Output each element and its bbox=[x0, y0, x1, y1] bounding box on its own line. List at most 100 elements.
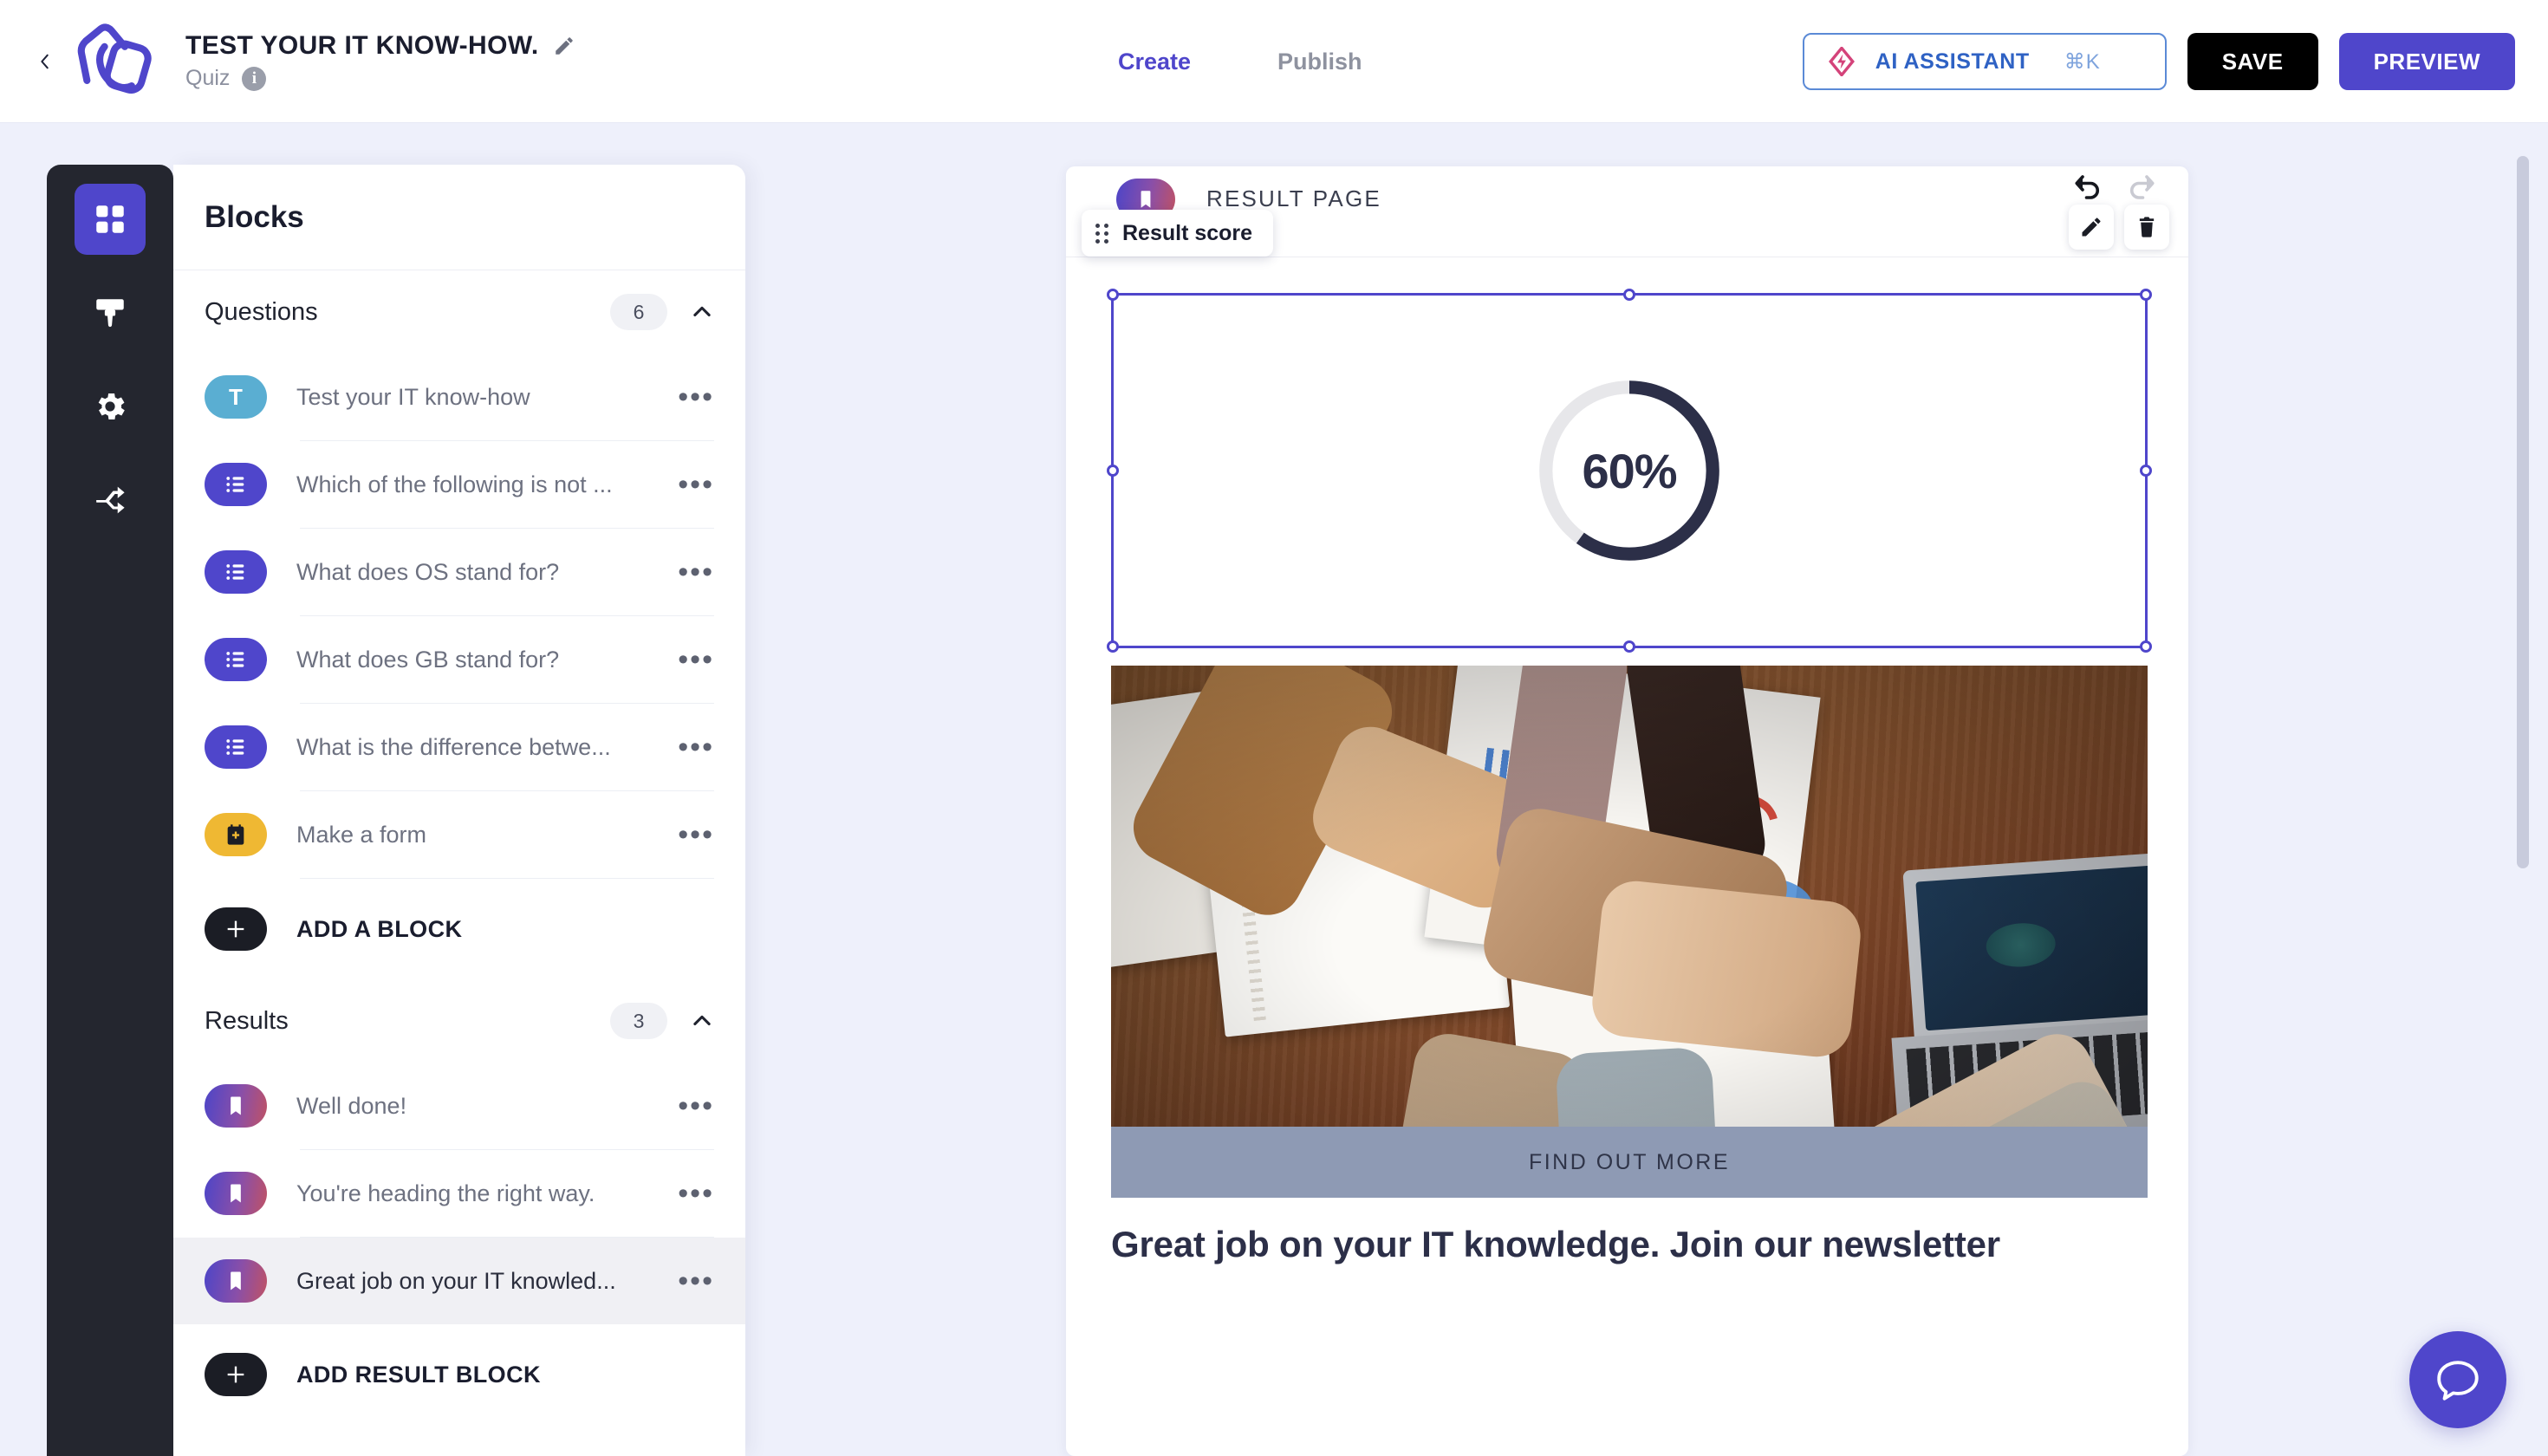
list-choice-icon bbox=[205, 638, 267, 681]
preview-button[interactable]: PREVIEW bbox=[2338, 33, 2515, 90]
list-choice-icon bbox=[205, 463, 267, 506]
chevron-up-icon[interactable] bbox=[690, 1009, 714, 1033]
block-drag-tag[interactable]: Result score bbox=[1082, 210, 1274, 257]
rail-item-logic[interactable] bbox=[75, 465, 146, 536]
top-bar: TEST YOUR IT KNOW-HOW. Quiz i Create Pub… bbox=[0, 0, 2548, 123]
list-item[interactable]: What does OS stand for? ••• bbox=[173, 529, 745, 615]
add-a-block-button[interactable]: ADD A BLOCK bbox=[173, 879, 745, 979]
list-choice-icon bbox=[205, 550, 267, 594]
bookmark-icon bbox=[205, 1084, 267, 1128]
pencil-icon bbox=[2082, 218, 2101, 237]
blocks-panel: Blocks Questions 6 T Test your IT know-h… bbox=[173, 165, 745, 1456]
list-item-menu-icon[interactable]: ••• bbox=[678, 645, 714, 674]
delete-block-button[interactable] bbox=[2124, 205, 2169, 250]
list-item-label: Which of the following is not ... bbox=[296, 471, 613, 497]
ai-assistant-button[interactable]: AI ASSISTANT ⌘K bbox=[1802, 33, 2167, 90]
list-item-menu-icon[interactable]: ••• bbox=[678, 732, 714, 762]
list-choice-icon bbox=[205, 725, 267, 769]
rail-item-blocks[interactable] bbox=[75, 184, 146, 255]
resize-handle-bottom-center[interactable] bbox=[1623, 640, 1635, 653]
list-item[interactable]: Which of the following is not ... ••• bbox=[173, 441, 745, 528]
list-item-selected[interactable]: Great job on your IT knowled... ••• bbox=[173, 1238, 745, 1324]
result-image-block[interactable] bbox=[1111, 666, 2148, 1198]
result-score-block[interactable]: 60% bbox=[1107, 289, 2152, 653]
paint-brush-icon bbox=[96, 299, 124, 328]
resize-handle-top-left[interactable] bbox=[1107, 289, 1119, 301]
bookmark-icon bbox=[205, 1259, 267, 1303]
canvas-page-label: RESULT PAGE bbox=[1206, 185, 1381, 211]
section-count-results: 3 bbox=[610, 1003, 667, 1039]
rail-item-design[interactable] bbox=[75, 277, 146, 348]
find-out-more-button[interactable]: FIND OUT MORE bbox=[1111, 1127, 2148, 1198]
undo-button[interactable] bbox=[2072, 172, 2103, 203]
pencil-icon[interactable] bbox=[553, 35, 575, 57]
resize-handle-top-center[interactable] bbox=[1623, 289, 1635, 301]
list-item-menu-icon[interactable]: ••• bbox=[678, 1179, 714, 1208]
plus-icon bbox=[205, 1353, 267, 1396]
ai-diamond-icon bbox=[1827, 47, 1856, 76]
brand-logo-icon[interactable] bbox=[69, 20, 156, 103]
save-button[interactable]: SAVE bbox=[2187, 33, 2318, 90]
canvas: RESULT PAGE Result score 60% FIND OUT MO… bbox=[1066, 166, 2188, 1456]
list-item-menu-icon[interactable]: ••• bbox=[678, 557, 714, 587]
donut-graphic: 60% bbox=[1533, 374, 1726, 567]
rail-item-settings[interactable] bbox=[75, 371, 146, 442]
redo-button[interactable] bbox=[2126, 172, 2157, 203]
edit-block-button[interactable] bbox=[2069, 205, 2114, 250]
chevron-left-icon bbox=[41, 54, 49, 68]
add-a-block-label: ADD A BLOCK bbox=[296, 915, 463, 942]
chevron-up-icon[interactable] bbox=[690, 300, 714, 324]
resize-handle-bottom-left[interactable] bbox=[1107, 640, 1119, 653]
tab-create[interactable]: Create bbox=[1118, 49, 1191, 75]
section-title-results: Results bbox=[205, 1006, 289, 1035]
blocks-panel-scroll[interactable]: Questions 6 T Test your IT know-how ••• … bbox=[173, 270, 745, 1456]
top-bar-actions: AI ASSISTANT ⌘K SAVE PREVIEW bbox=[1802, 0, 2515, 123]
resize-handle-bottom-right[interactable] bbox=[2140, 640, 2152, 653]
page-scrollbar[interactable] bbox=[2517, 156, 2529, 868]
list-item-label: You're heading the right way. bbox=[296, 1180, 595, 1206]
list-item[interactable]: Make a form ••• bbox=[173, 791, 745, 878]
section-header-questions[interactable]: Questions 6 bbox=[173, 270, 745, 354]
list-item-label: What does OS stand for? bbox=[296, 558, 560, 585]
section-title-questions: Questions bbox=[205, 297, 318, 326]
list-item[interactable]: You're heading the right way. ••• bbox=[173, 1150, 745, 1237]
title-block: TEST YOUR IT KNOW-HOW. Quiz i bbox=[185, 31, 575, 91]
list-item[interactable]: What is the difference betwe... ••• bbox=[173, 704, 745, 790]
form-icon bbox=[205, 813, 267, 856]
score-value-label: 60% bbox=[1582, 443, 1677, 498]
list-item-label: Great job on your IT knowled... bbox=[296, 1267, 616, 1294]
list-item-label: Make a form bbox=[296, 821, 427, 848]
title-row: TEST YOUR IT KNOW-HOW. bbox=[185, 31, 575, 61]
trash-icon bbox=[2139, 217, 2155, 237]
section-header-results[interactable]: Results 3 bbox=[173, 979, 745, 1063]
add-result-block-button[interactable]: ADD RESULT BLOCK bbox=[173, 1324, 745, 1425]
undo-icon bbox=[2075, 175, 2099, 199]
section-count-questions: 6 bbox=[610, 294, 667, 330]
list-item[interactable]: Well done! ••• bbox=[173, 1063, 745, 1149]
list-item-label: Well done! bbox=[296, 1092, 407, 1119]
share-branch-icon bbox=[96, 486, 125, 514]
resize-handle-middle-left[interactable] bbox=[1107, 465, 1119, 477]
list-item-menu-icon[interactable]: ••• bbox=[678, 1091, 714, 1121]
blocks-panel-title: Blocks bbox=[205, 199, 304, 234]
resize-handle-top-right[interactable] bbox=[2140, 289, 2152, 301]
resize-handle-middle-right[interactable] bbox=[2140, 465, 2152, 477]
info-icon[interactable]: i bbox=[242, 66, 267, 91]
tab-publish[interactable]: Publish bbox=[1277, 49, 1362, 75]
list-item-menu-icon[interactable]: ••• bbox=[678, 382, 714, 412]
result-heading: Great job on your IT knowledge. Join our… bbox=[1111, 1224, 2000, 1264]
plus-icon bbox=[205, 907, 267, 951]
center-tabs: Create Publish bbox=[1118, 0, 1362, 123]
list-item-menu-icon[interactable]: ••• bbox=[678, 1266, 714, 1296]
chat-bubble-button[interactable] bbox=[2409, 1331, 2506, 1428]
drag-dots-icon[interactable] bbox=[1095, 223, 1108, 244]
list-item[interactable]: What does GB stand for? ••• bbox=[173, 616, 745, 703]
back-button[interactable] bbox=[26, 36, 64, 88]
image-vignette bbox=[1111, 666, 2148, 1198]
list-item-menu-icon[interactable]: ••• bbox=[678, 470, 714, 499]
list-item-menu-icon[interactable]: ••• bbox=[678, 820, 714, 849]
redo-icon bbox=[2130, 175, 2155, 199]
list-item[interactable]: T Test your IT know-how ••• bbox=[173, 354, 745, 440]
gear-icon bbox=[98, 393, 125, 420]
quiz-type-label: Quiz bbox=[185, 66, 231, 90]
